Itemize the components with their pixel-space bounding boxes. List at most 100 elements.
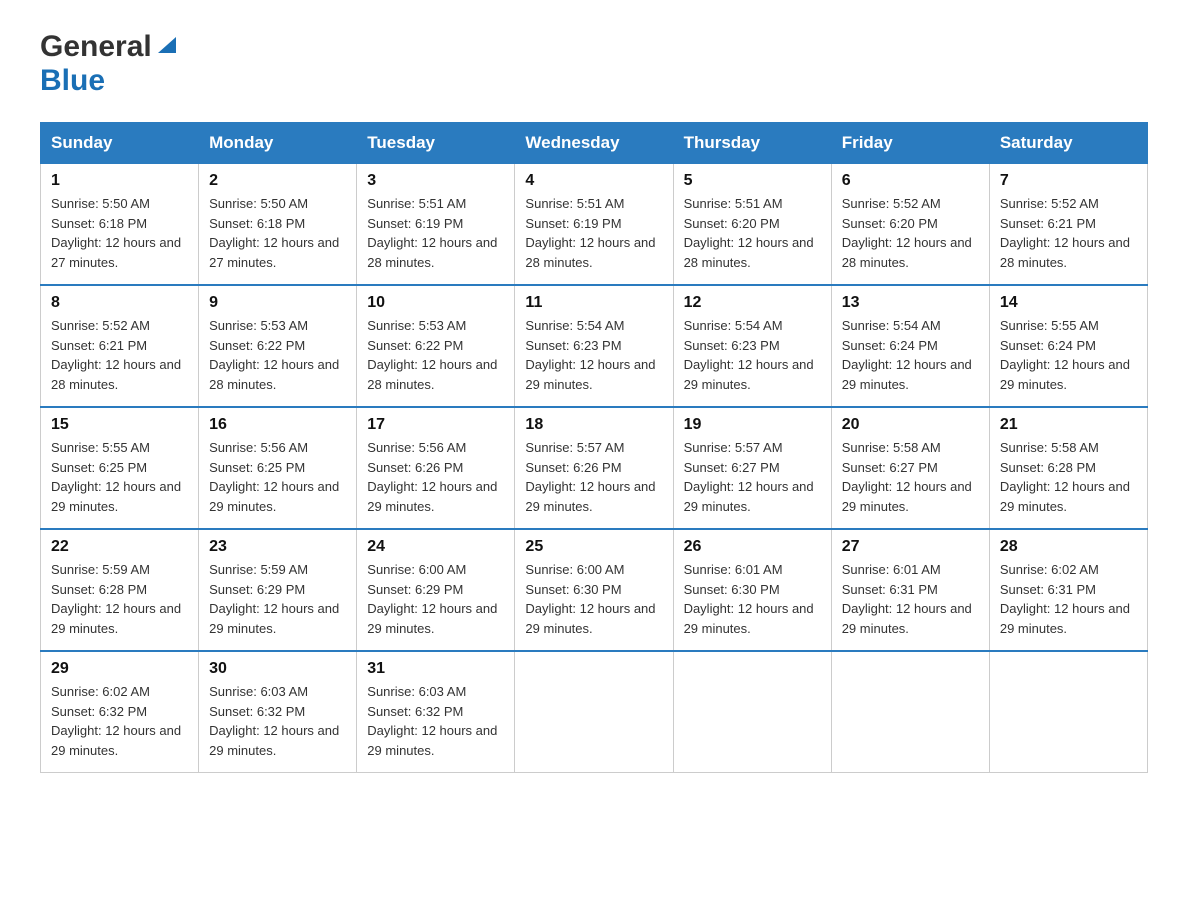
day-info: Sunrise: 6:01 AMSunset: 6:30 PMDaylight:… bbox=[684, 560, 821, 638]
day-info: Sunrise: 5:58 AMSunset: 6:27 PMDaylight:… bbox=[842, 438, 979, 516]
day-number: 13 bbox=[842, 294, 979, 312]
day-number: 23 bbox=[209, 538, 346, 556]
day-number: 1 bbox=[51, 172, 188, 190]
calendar-cell: 20 Sunrise: 5:58 AMSunset: 6:27 PMDayligh… bbox=[831, 407, 989, 529]
calendar-cell bbox=[515, 651, 673, 773]
column-header-sunday: Sunday bbox=[41, 123, 199, 164]
calendar-week-4: 22 Sunrise: 5:59 AMSunset: 6:28 PMDayligh… bbox=[41, 529, 1148, 651]
calendar-body: 1 Sunrise: 5:50 AMSunset: 6:18 PMDaylight… bbox=[41, 164, 1148, 773]
calendar-cell: 31Sunrise: 6:03 AMSunset: 6:32 PMDayligh… bbox=[357, 651, 515, 773]
day-number: 27 bbox=[842, 538, 979, 556]
day-info: Sunrise: 6:01 AMSunset: 6:31 PMDaylight:… bbox=[842, 560, 979, 638]
day-number: 11 bbox=[525, 294, 662, 312]
page-header: General Blue bbox=[40, 30, 1148, 98]
calendar-cell: 3 Sunrise: 5:51 AMSunset: 6:19 PMDaylight… bbox=[357, 164, 515, 286]
calendar-cell: 24 Sunrise: 6:00 AMSunset: 6:29 PMDayligh… bbox=[357, 529, 515, 651]
calendar-cell: 15Sunrise: 5:55 AMSunset: 6:25 PMDayligh… bbox=[41, 407, 199, 529]
day-info: Sunrise: 5:51 AMSunset: 6:19 PMDaylight:… bbox=[367, 194, 504, 272]
column-header-thursday: Thursday bbox=[673, 123, 831, 164]
day-number: 19 bbox=[684, 416, 821, 434]
day-number: 5 bbox=[684, 172, 821, 190]
day-info: Sunrise: 5:54 AMSunset: 6:23 PMDaylight:… bbox=[684, 316, 821, 394]
calendar-cell bbox=[673, 651, 831, 773]
calendar-cell: 5 Sunrise: 5:51 AMSunset: 6:20 PMDaylight… bbox=[673, 164, 831, 286]
calendar-cell: 12 Sunrise: 5:54 AMSunset: 6:23 PMDayligh… bbox=[673, 285, 831, 407]
column-header-tuesday: Tuesday bbox=[357, 123, 515, 164]
day-number: 29 bbox=[51, 660, 188, 678]
calendar-week-3: 15Sunrise: 5:55 AMSunset: 6:25 PMDayligh… bbox=[41, 407, 1148, 529]
calendar-cell: 27 Sunrise: 6:01 AMSunset: 6:31 PMDayligh… bbox=[831, 529, 989, 651]
calendar-cell: 16 Sunrise: 5:56 AMSunset: 6:25 PMDayligh… bbox=[199, 407, 357, 529]
day-number: 9 bbox=[209, 294, 346, 312]
day-number: 26 bbox=[684, 538, 821, 556]
day-number: 12 bbox=[684, 294, 821, 312]
logo-blue-text: Blue bbox=[40, 64, 105, 97]
header-row: SundayMondayTuesdayWednesdayThursdayFrid… bbox=[41, 123, 1148, 164]
calendar-cell: 30 Sunrise: 6:03 AMSunset: 6:32 PMDayligh… bbox=[199, 651, 357, 773]
day-info: Sunrise: 5:50 AMSunset: 6:18 PMDaylight:… bbox=[209, 194, 346, 272]
day-number: 18 bbox=[525, 416, 662, 434]
calendar-cell: 28Sunrise: 6:02 AMSunset: 6:31 PMDayligh… bbox=[989, 529, 1147, 651]
day-number: 31 bbox=[367, 660, 504, 678]
calendar-cell bbox=[989, 651, 1147, 773]
logo-general-text: General bbox=[40, 30, 152, 64]
calendar-cell: 17 Sunrise: 5:56 AMSunset: 6:26 PMDayligh… bbox=[357, 407, 515, 529]
day-info: Sunrise: 5:53 AMSunset: 6:22 PMDaylight:… bbox=[367, 316, 504, 394]
day-info: Sunrise: 5:59 AMSunset: 6:28 PMDaylight:… bbox=[51, 560, 188, 638]
day-number: 30 bbox=[209, 660, 346, 678]
calendar-cell: 8 Sunrise: 5:52 AMSunset: 6:21 PMDaylight… bbox=[41, 285, 199, 407]
day-number: 3 bbox=[367, 172, 504, 190]
day-number: 24 bbox=[367, 538, 504, 556]
column-header-saturday: Saturday bbox=[989, 123, 1147, 164]
calendar-cell: 9 Sunrise: 5:53 AMSunset: 6:22 PMDaylight… bbox=[199, 285, 357, 407]
day-info: Sunrise: 5:58 AMSunset: 6:28 PMDaylight:… bbox=[1000, 438, 1137, 516]
day-number: 20 bbox=[842, 416, 979, 434]
calendar-cell: 18Sunrise: 5:57 AMSunset: 6:26 PMDayligh… bbox=[515, 407, 673, 529]
calendar-cell: 7Sunrise: 5:52 AMSunset: 6:21 PMDaylight… bbox=[989, 164, 1147, 286]
day-info: Sunrise: 6:02 AMSunset: 6:32 PMDaylight:… bbox=[51, 682, 188, 760]
day-info: Sunrise: 6:00 AMSunset: 6:29 PMDaylight:… bbox=[367, 560, 504, 638]
calendar-table: SundayMondayTuesdayWednesdayThursdayFrid… bbox=[40, 122, 1148, 773]
day-info: Sunrise: 6:03 AMSunset: 6:32 PMDaylight:… bbox=[209, 682, 346, 760]
day-info: Sunrise: 5:56 AMSunset: 6:26 PMDaylight:… bbox=[367, 438, 504, 516]
column-header-friday: Friday bbox=[831, 123, 989, 164]
day-info: Sunrise: 5:55 AMSunset: 6:24 PMDaylight:… bbox=[1000, 316, 1137, 394]
calendar-cell: 19 Sunrise: 5:57 AMSunset: 6:27 PMDayligh… bbox=[673, 407, 831, 529]
calendar-cell bbox=[831, 651, 989, 773]
day-info: Sunrise: 5:51 AMSunset: 6:20 PMDaylight:… bbox=[684, 194, 821, 272]
calendar-cell: 6 Sunrise: 5:52 AMSunset: 6:20 PMDaylight… bbox=[831, 164, 989, 286]
logo: General Blue bbox=[40, 30, 176, 98]
day-info: Sunrise: 6:00 AMSunset: 6:30 PMDaylight:… bbox=[525, 560, 662, 638]
day-info: Sunrise: 5:56 AMSunset: 6:25 PMDaylight:… bbox=[209, 438, 346, 516]
day-info: Sunrise: 5:52 AMSunset: 6:20 PMDaylight:… bbox=[842, 194, 979, 272]
day-number: 7 bbox=[1000, 172, 1137, 190]
day-info: Sunrise: 5:50 AMSunset: 6:18 PMDaylight:… bbox=[51, 194, 188, 272]
day-number: 14 bbox=[1000, 294, 1137, 312]
calendar-cell: 22 Sunrise: 5:59 AMSunset: 6:28 PMDayligh… bbox=[41, 529, 199, 651]
column-header-monday: Monday bbox=[199, 123, 357, 164]
logo-triangle-icon bbox=[158, 33, 176, 58]
day-number: 22 bbox=[51, 538, 188, 556]
calendar-week-5: 29 Sunrise: 6:02 AMSunset: 6:32 PMDayligh… bbox=[41, 651, 1148, 773]
day-info: Sunrise: 5:57 AMSunset: 6:27 PMDaylight:… bbox=[684, 438, 821, 516]
day-info: Sunrise: 5:59 AMSunset: 6:29 PMDaylight:… bbox=[209, 560, 346, 638]
calendar-cell: 23 Sunrise: 5:59 AMSunset: 6:29 PMDayligh… bbox=[199, 529, 357, 651]
day-info: Sunrise: 5:51 AMSunset: 6:19 PMDaylight:… bbox=[525, 194, 662, 272]
calendar-cell: 11Sunrise: 5:54 AMSunset: 6:23 PMDayligh… bbox=[515, 285, 673, 407]
day-number: 16 bbox=[209, 416, 346, 434]
calendar-cell: 1 Sunrise: 5:50 AMSunset: 6:18 PMDaylight… bbox=[41, 164, 199, 286]
day-number: 6 bbox=[842, 172, 979, 190]
calendar-week-1: 1 Sunrise: 5:50 AMSunset: 6:18 PMDaylight… bbox=[41, 164, 1148, 286]
calendar-cell: 29 Sunrise: 6:02 AMSunset: 6:32 PMDayligh… bbox=[41, 651, 199, 773]
calendar-cell: 4Sunrise: 5:51 AMSunset: 6:19 PMDaylight… bbox=[515, 164, 673, 286]
day-number: 8 bbox=[51, 294, 188, 312]
day-info: Sunrise: 5:53 AMSunset: 6:22 PMDaylight:… bbox=[209, 316, 346, 394]
day-info: Sunrise: 6:02 AMSunset: 6:31 PMDaylight:… bbox=[1000, 560, 1137, 638]
column-header-wednesday: Wednesday bbox=[515, 123, 673, 164]
day-number: 2 bbox=[209, 172, 346, 190]
day-number: 15 bbox=[51, 416, 188, 434]
calendar-header: SundayMondayTuesdayWednesdayThursdayFrid… bbox=[41, 123, 1148, 164]
day-number: 21 bbox=[1000, 416, 1137, 434]
day-number: 17 bbox=[367, 416, 504, 434]
day-info: Sunrise: 5:52 AMSunset: 6:21 PMDaylight:… bbox=[51, 316, 188, 394]
